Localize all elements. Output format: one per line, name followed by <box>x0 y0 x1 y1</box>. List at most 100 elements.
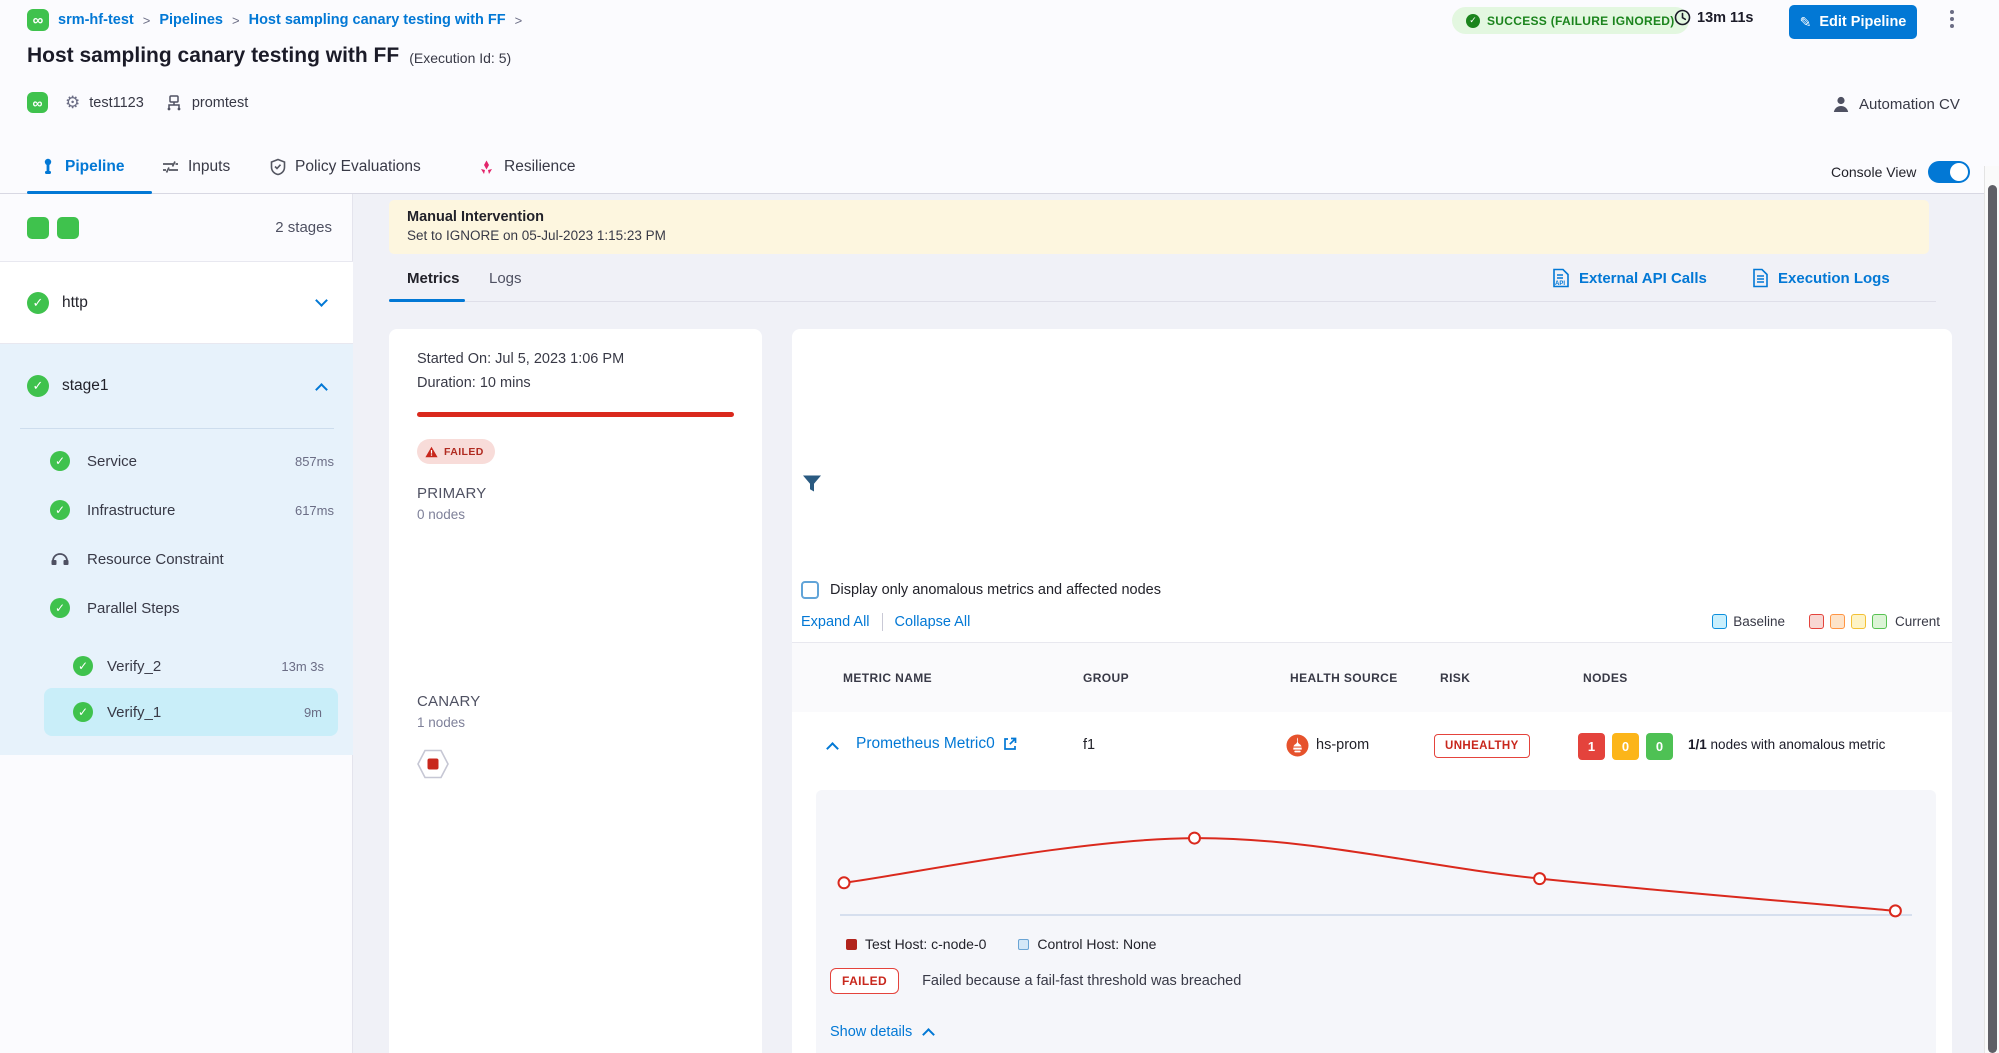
chart-data-point[interactable] <box>1189 833 1200 844</box>
node-count-amber-chip: 0 <box>1612 733 1639 760</box>
col-header-risk: RISK <box>1440 671 1470 685</box>
sidebar-step-verify-2[interactable]: ✓ Verify_2 13m 3s <box>73 651 324 681</box>
sidebar-step-service[interactable]: ✓ Service 857ms <box>50 446 334 476</box>
tab-inputs[interactable]: Inputs <box>162 158 230 176</box>
sidebar-step-parallel-steps[interactable]: ✓ Parallel Steps <box>50 593 334 623</box>
anomalous-checkbox[interactable] <box>801 581 819 599</box>
harness-pipeline-execution-page: ∞ srm-hf-test > Pipelines > Host samplin… <box>0 0 1999 1053</box>
sidebar-stage-http[interactable]: ✓ http <box>0 262 353 344</box>
started-on-label: Started On: Jul 5, 2023 1:06 PM <box>417 351 624 367</box>
main-tab-bar: Pipeline Inputs Policy Evaluations Resil… <box>0 150 1999 194</box>
breadcrumb-project-link[interactable]: srm-hf-test <box>58 12 134 28</box>
breadcrumb-pipelines-link[interactable]: Pipelines <box>159 12 223 28</box>
control-host-legend-label: Control Host: None <box>1037 936 1156 952</box>
success-check-icon: ✓ <box>1466 14 1480 28</box>
step-label: Parallel Steps <box>87 600 180 617</box>
step-duration: 9m <box>304 705 322 720</box>
external-api-calls-link[interactable]: API External API Calls <box>1552 268 1707 288</box>
primary-nodes-count: 0 nodes <box>417 507 465 522</box>
resource-constraint-icon <box>50 550 70 568</box>
canary-node-hexagon[interactable] <box>416 747 450 781</box>
metric-table-header: METRIC NAME GROUP HEALTH SOURCE RISK NOD… <box>792 642 1952 712</box>
edit-pipeline-label: Edit Pipeline <box>1819 14 1906 30</box>
vertical-scrollbar-thumb[interactable] <box>1988 185 1997 1053</box>
execution-logs-link[interactable]: Execution Logs <box>1752 268 1890 288</box>
sidebar-step-infrastructure[interactable]: ✓ Infrastructure 617ms <box>50 495 334 525</box>
current-orange-swatch <box>1830 614 1845 629</box>
stage-status-square <box>57 217 79 239</box>
chevron-down-icon <box>315 294 328 307</box>
more-options-kebab-icon[interactable] <box>1950 10 1954 28</box>
chart-data-point[interactable] <box>1534 873 1545 884</box>
tab-policy-label: Policy Evaluations <box>295 158 421 176</box>
stage-name: stage1 <box>62 377 109 395</box>
collapse-row-chevron-icon[interactable] <box>826 742 839 755</box>
sidebar-step-verify-1-selected[interactable]: ✓ Verify_1 9m <box>44 688 338 736</box>
step-label: Verify_1 <box>107 704 161 721</box>
page-title: Host sampling canary testing with FF <box>27 44 399 68</box>
step-label: Infrastructure <box>87 502 175 519</box>
console-view-toggle[interactable] <box>1928 161 1970 183</box>
environment-tag-label: promtest <box>192 95 248 111</box>
expand-collapse-controls: Expand All Collapse All <box>801 613 970 631</box>
step-label: Resource Constraint <box>87 551 224 568</box>
pipeline-logo-icon: ∞ <box>27 9 49 31</box>
nodes-fraction: 1/1 <box>1688 737 1707 752</box>
execution-duration-value: 13m 11s <box>1697 10 1753 26</box>
external-link-icon[interactable] <box>1003 737 1017 751</box>
canary-label: CANARY <box>417 693 480 710</box>
shield-check-icon <box>270 158 286 176</box>
execution-logs-label: Execution Logs <box>1778 270 1890 287</box>
metric-name-link[interactable]: Prometheus Metric0 <box>856 735 995 753</box>
control-host-swatch <box>1018 939 1029 950</box>
pencil-icon: ✎ <box>1800 14 1812 31</box>
breadcrumb-pipeline-link[interactable]: Host sampling canary testing with FF <box>249 12 506 28</box>
run-summary-panel: Started On: Jul 5, 2023 1:06 PM Duration… <box>389 329 762 1053</box>
api-document-icon: API <box>1552 268 1570 288</box>
tab-resilience[interactable]: Resilience <box>478 158 576 176</box>
sidebar-step-resource-constraint[interactable]: Resource Constraint <box>50 544 334 574</box>
progress-bar-failed <box>417 412 734 417</box>
baseline-legend-label: Baseline <box>1733 614 1785 629</box>
divider <box>20 428 334 429</box>
vertical-scrollbar-track[interactable] <box>1984 166 1999 1053</box>
toggle-knob <box>1950 163 1968 181</box>
chart-data-point[interactable] <box>1890 905 1901 916</box>
collapse-all-link[interactable]: Collapse All <box>895 614 971 630</box>
failed-status-badge: FAILED <box>417 439 495 464</box>
environment-icon <box>165 94 183 112</box>
pipeline-icon <box>40 158 56 176</box>
entity-tags-row: ∞ ⚙ test1123 promtest <box>27 92 248 113</box>
subtab-logs[interactable]: Logs <box>489 270 522 287</box>
success-check-icon: ✓ <box>27 375 49 397</box>
user-name: Automation CV <box>1859 96 1960 113</box>
col-header-health-source: HEALTH SOURCE <box>1290 671 1398 685</box>
execution-sidebar: 2 stages ✓ http ✓ stage1 ✓ Service 857ms <box>0 194 353 1053</box>
console-view-label: Console View <box>1831 164 1916 180</box>
metric-row: Prometheus Metric0 f1 hs-prom UNHEALTHY … <box>792 712 1952 780</box>
prometheus-icon <box>1286 734 1309 757</box>
sidebar-stage-stage1[interactable]: ✓ stage1 <box>0 362 353 410</box>
expand-all-link[interactable]: Expand All <box>801 614 870 630</box>
filter-funnel-icon[interactable] <box>801 473 823 495</box>
stage-name: http <box>62 294 88 312</box>
analysis-failed-badge: FAILED <box>830 968 899 994</box>
tab-policy-evaluations[interactable]: Policy Evaluations <box>270 158 421 176</box>
step-duration: 617ms <box>295 503 334 518</box>
subtab-metrics[interactable]: Metrics <box>407 270 460 287</box>
page-title-row: Host sampling canary testing with FF (Ex… <box>27 44 511 68</box>
tab-pipeline[interactable]: Pipeline <box>40 158 124 176</box>
edit-pipeline-button[interactable]: ✎ Edit Pipeline <box>1789 5 1917 39</box>
gear-icon: ⚙ <box>65 93 80 113</box>
success-check-icon: ✓ <box>27 292 49 314</box>
current-green-swatch <box>1872 614 1887 629</box>
analysis-status-row: FAILED Failed because a fail-fast thresh… <box>830 968 1241 994</box>
risk-badge-unhealthy: UNHEALTHY <box>1434 734 1530 758</box>
show-details-link[interactable]: Show details <box>830 1024 933 1040</box>
tab-pipeline-label: Pipeline <box>65 158 124 176</box>
verify-subtab-bar: Metrics Logs API External API Calls Exec… <box>389 268 1936 302</box>
divider <box>882 613 883 631</box>
metric-timeseries-chart[interactable] <box>830 802 1920 930</box>
primary-label: PRIMARY <box>417 485 486 502</box>
chart-data-point[interactable] <box>839 877 850 888</box>
